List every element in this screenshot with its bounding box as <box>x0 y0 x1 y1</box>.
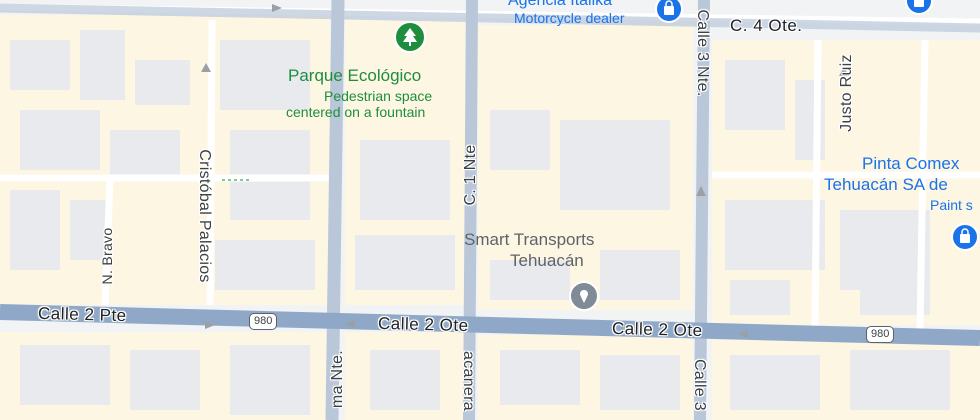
street-label-calle-2-ote: Calle 2 Ote <box>377 313 469 336</box>
poi-title: Agencia Italika <box>508 0 613 9</box>
street-label-justo-ruiz: Justo Ruiz <box>838 54 855 132</box>
street-label-calle-3-nte: Calle 3 Nte. <box>694 9 711 97</box>
street-label-cristobal-palacios: Cristóbal Palacios <box>196 149 213 283</box>
route-shield: 980 <box>249 313 278 330</box>
shopping-bag-icon[interactable] <box>904 0 934 16</box>
place-pin-icon[interactable] <box>568 280 600 312</box>
poi-title: Tehuacán <box>510 251 584 270</box>
street-label-calle-2-ote: Calle 2 Ote <box>611 318 703 341</box>
tree-icon[interactable] <box>394 21 426 53</box>
poi-title: Parque Ecológico <box>288 66 422 85</box>
poi-title: Pinta Comex <box>862 154 960 173</box>
street-label-ma-nte: ma Nte. <box>329 349 346 409</box>
poi-title: Smart Transports <box>464 230 595 249</box>
street-label-acanera: acanera <box>460 351 477 411</box>
poi-description: Pedestrian space <box>324 88 433 104</box>
street-label-c4-ote: C. 4 Ote. <box>730 16 803 35</box>
map-canvas[interactable]: Calle 2 Pte Calle 2 Ote Calle 2 Ote C. 4… <box>0 0 980 420</box>
poi-category: Motorcycle dealer <box>514 10 625 26</box>
shopping-bag-icon[interactable] <box>950 222 980 252</box>
street-label-c1-nte: C. 1 Nte <box>462 144 479 206</box>
poi-description: centered on a fountain <box>286 104 426 120</box>
map-base-layer <box>0 0 980 420</box>
shopping-bag-icon[interactable] <box>654 0 684 24</box>
street-label-calle-3: Calle 3 <box>691 359 708 411</box>
street-label-calle-2-pte: Calle 2 Pte <box>37 303 127 326</box>
street-label-n-bravo: N. Bravo <box>99 227 115 285</box>
poi-category: Paint s <box>930 197 973 213</box>
poi-title: Tehuacán SA de <box>824 175 948 194</box>
route-shield: 980 <box>866 326 895 343</box>
